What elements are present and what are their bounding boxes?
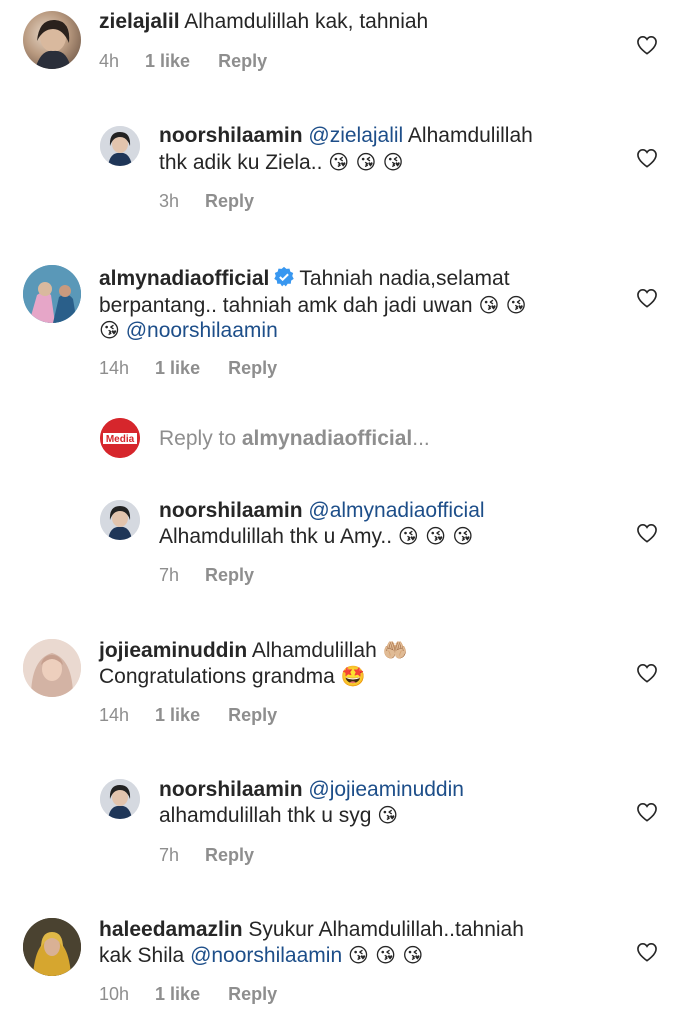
- mention-link[interactable]: @zielajalil: [308, 124, 403, 147]
- heart-icon[interactable]: [636, 802, 658, 822]
- timestamp: 4h: [99, 51, 120, 71]
- mention-link[interactable]: @almynadiaofficial: [308, 499, 484, 522]
- comment-meta: 3h Reply: [159, 190, 282, 212]
- mention-link[interactable]: @noorshilaamin: [190, 944, 342, 967]
- reply-button[interactable]: Reply: [228, 705, 277, 725]
- kiss-emoji: 😘 😘 😘: [328, 150, 404, 174]
- comment-text: haleedamazlin Syukur Alhamdulillah..tahn…: [99, 916, 524, 943]
- mention-link[interactable]: @noorshilaamin: [126, 319, 278, 342]
- comment-meta: 7h Reply: [159, 844, 282, 866]
- reply-prefix: Reply to: [159, 427, 242, 450]
- comment-meta: 7h Reply: [159, 564, 282, 586]
- likes-count[interactable]: 1 like: [155, 705, 200, 725]
- username[interactable]: almynadiaofficial: [99, 267, 269, 290]
- reply-button[interactable]: Reply: [228, 358, 277, 378]
- praying-hands-emoji: 🤲🏼: [382, 638, 408, 662]
- likes-count[interactable]: 1 like: [155, 358, 200, 378]
- comment-text: noorshilaamin @almynadiaofficial: [159, 497, 485, 524]
- comment-body: Alhamdulillah: [407, 124, 533, 147]
- heart-icon[interactable]: [636, 35, 658, 55]
- star-struck-emoji: 🤩: [340, 664, 366, 688]
- username[interactable]: zielajalil: [99, 10, 180, 33]
- comment-text-line: kak Shila @noorshilaamin 😘 😘 😘: [99, 942, 423, 969]
- avatar[interactable]: [100, 126, 140, 166]
- timestamp: 7h: [159, 565, 180, 585]
- reply-target: almynadiaofficial: [241, 427, 413, 450]
- username[interactable]: noorshilaamin: [159, 124, 303, 147]
- logo-media: Media: [106, 434, 135, 445]
- reply-input[interactable]: Reply to almynadiaofficial...: [159, 425, 430, 452]
- comment-text: zielajalil Alhamdulillah kak, tahniah: [99, 8, 428, 35]
- avatar[interactable]: [23, 918, 81, 976]
- kiss-emoji: 😘 😘 😘: [397, 524, 474, 548]
- timestamp: 14h: [99, 358, 130, 378]
- comment-text-line: Congratulations grandma 🤩: [99, 663, 366, 690]
- timestamp: 7h: [159, 845, 180, 865]
- heart-icon[interactable]: [636, 288, 658, 308]
- avatar[interactable]: [23, 11, 81, 69]
- comment-body: kak Shila: [99, 944, 185, 967]
- comment-text: noorshilaamin @jojieaminuddin: [159, 776, 464, 803]
- username[interactable]: jojieaminuddin: [99, 639, 247, 662]
- avatar[interactable]: [100, 500, 140, 540]
- kiss-emoji: 😘 😘: [478, 293, 527, 317]
- comment-body: Alhamdulillah: [251, 639, 377, 662]
- avatar[interactable]: [23, 639, 81, 697]
- reply-ellipsis: ...: [412, 427, 430, 450]
- heart-icon[interactable]: [636, 148, 658, 168]
- comment-body: berpantang.. tahniah amk dah jadi uwan: [99, 294, 473, 317]
- timestamp: 3h: [159, 191, 180, 211]
- reply-button[interactable]: Reply: [218, 51, 267, 71]
- heart-icon[interactable]: [636, 663, 658, 683]
- verified-badge-icon: [273, 266, 295, 295]
- mention-link[interactable]: @jojieaminuddin: [308, 778, 464, 801]
- likes-count[interactable]: 1 like: [145, 51, 190, 71]
- comment-text-line: thk adik ku Ziela.. 😘 😘 😘: [159, 149, 404, 176]
- comment-text: almynadiaofficial Tahniah nadia,selamat: [99, 265, 510, 295]
- timestamp: 10h: [99, 984, 130, 1004]
- comment-body: Syukur Alhamdulillah..tahniah: [248, 918, 524, 941]
- timestamp: 14h: [99, 705, 130, 725]
- username[interactable]: noorshilaamin: [159, 778, 303, 801]
- avatar: Media: [100, 418, 140, 458]
- kiss-emoji: 😘 😘 😘: [347, 943, 424, 967]
- kiss-emoji: 😘: [377, 803, 399, 827]
- avatar[interactable]: [100, 779, 140, 819]
- comment-text: jojieaminuddin Alhamdulillah 🤲🏼: [99, 637, 408, 664]
- kiss-emoji: 😘: [99, 318, 120, 342]
- comment-body: Congratulations grandma: [99, 665, 335, 688]
- comment-text-line: berpantang.. tahniah amk dah jadi uwan 😘…: [99, 292, 527, 319]
- comment-text: noorshilaamin @zielajalil Alhamdulillah: [159, 122, 533, 149]
- comment-body: Alhamdulillah kak, tahniah: [184, 10, 429, 33]
- username[interactable]: noorshilaamin: [159, 499, 303, 522]
- comment-body: thk adik ku Ziela..: [159, 151, 323, 174]
- reply-button[interactable]: Reply: [205, 565, 254, 585]
- comment-meta: 14h 1 like Reply: [99, 357, 305, 379]
- comment-body: Tahniah nadia,selamat: [299, 267, 510, 290]
- comment-meta: 14h 1 like Reply: [99, 704, 305, 726]
- likes-count[interactable]: 1 like: [155, 984, 200, 1004]
- heart-icon[interactable]: [636, 523, 658, 543]
- comment-meta: 10h 1 like Reply: [99, 983, 305, 1005]
- comment-body: Alhamdulillah thk u Amy..: [159, 525, 393, 548]
- comment-body: alhamdulillah thk u syg: [159, 804, 372, 827]
- comment-text-line: alhamdulillah thk u syg 😘: [159, 802, 398, 829]
- reply-button[interactable]: Reply: [205, 845, 254, 865]
- username[interactable]: haleedamazlin: [99, 918, 243, 941]
- reply-button[interactable]: Reply: [205, 191, 254, 211]
- comment-text-line: 😘 @noorshilaamin: [99, 317, 278, 344]
- comment-text-line: Alhamdulillah thk u Amy.. 😘 😘 😘: [159, 523, 473, 550]
- comment-meta: 4h 1 like Reply: [99, 50, 295, 72]
- avatar[interactable]: [23, 265, 81, 323]
- heart-icon[interactable]: [636, 942, 658, 962]
- reply-button[interactable]: Reply: [228, 984, 277, 1004]
